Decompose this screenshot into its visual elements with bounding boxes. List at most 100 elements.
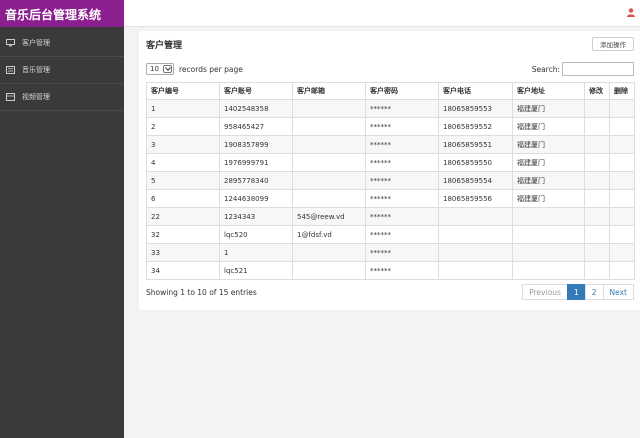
sidebar-item-label: 客户管理 <box>22 39 50 47</box>
table-cell: 545@reew.vd <box>292 207 366 226</box>
table-cell: ****** <box>365 207 439 226</box>
table-body: 1 1402548358 ****** 18065859553 福建厦门 2 9584654… <box>146 99 635 280</box>
pagination: Previous 1 2 Next <box>522 284 634 300</box>
table-cell <box>438 207 513 226</box>
table-cell: 福建厦门 <box>512 153 585 172</box>
add-button[interactable]: 添加操作 <box>592 37 634 51</box>
table-cell <box>438 225 513 244</box>
table-cell: 33 <box>146 243 220 262</box>
column-header[interactable]: 删除 <box>609 82 635 100</box>
table-cell: 2 <box>146 117 220 136</box>
table-cell[interactable] <box>609 243 635 262</box>
column-header[interactable]: 客户电话 <box>438 82 513 100</box>
table-cell[interactable] <box>584 189 610 208</box>
table-cell: 958465427 <box>219 117 293 136</box>
table-cell[interactable] <box>584 261 610 280</box>
table-cell: 1 <box>219 243 293 262</box>
table-cell[interactable] <box>584 225 610 244</box>
table-cell[interactable] <box>584 153 610 172</box>
table-header-row: 客户编号 客户账号 客户邮箱 客户密码 客户电话 客户地址 修改 删除 <box>146 82 635 100</box>
column-header[interactable]: 客户地址 <box>512 82 585 100</box>
table-cell[interactable] <box>584 117 610 136</box>
table-cell: ****** <box>365 99 439 118</box>
table-row: 22 1234343 545@reew.vd ****** <box>146 207 635 226</box>
list-icon <box>6 66 15 74</box>
customer-panel: 客户管理 添加操作 10 records per page Search: 客户… <box>139 31 640 310</box>
table-cell <box>438 261 513 280</box>
table-cell: 1234343 <box>219 207 293 226</box>
table-cell[interactable] <box>609 189 635 208</box>
column-header[interactable]: 客户编号 <box>146 82 220 100</box>
next-page-button[interactable]: Next <box>602 284 634 300</box>
table-cell[interactable] <box>609 117 635 136</box>
table-cell: ****** <box>365 243 439 262</box>
table-cell[interactable] <box>584 99 610 118</box>
table-cell: 18065859556 <box>438 189 513 208</box>
table-cell: 1908357899 <box>219 135 293 154</box>
page-title: 客户管理 <box>146 41 183 51</box>
user-icon[interactable] <box>627 8 635 17</box>
table-cell <box>292 117 366 136</box>
table-cell: 福建厦门 <box>512 135 585 154</box>
table-cell: 1244638099 <box>219 189 293 208</box>
column-header[interactable]: 修改 <box>584 82 610 100</box>
table-cell <box>512 243 585 262</box>
chevron-down-icon <box>163 65 172 73</box>
table-cell <box>292 261 366 280</box>
table-cell: ****** <box>365 225 439 244</box>
table-cell[interactable] <box>609 99 635 118</box>
sidebar-item-label: 音乐管理 <box>22 66 50 74</box>
page-length-value: 10 <box>150 65 159 73</box>
app-title: 音乐后台管理系统 <box>0 0 124 27</box>
table-cell[interactable] <box>609 207 635 226</box>
table-cell <box>512 207 585 226</box>
table-cell: lqc520 <box>219 225 293 244</box>
sidebar-item-customers[interactable]: 客户管理 <box>0 30 124 57</box>
page-length-select[interactable]: 10 <box>146 63 174 75</box>
table-cell: ****** <box>365 153 439 172</box>
table-cell: 2895778340 <box>219 171 293 190</box>
table-row: 4 1976999791 ****** 18065859550 福建厦门 <box>146 153 635 172</box>
table-cell[interactable] <box>609 171 635 190</box>
table-cell: 1 <box>146 99 220 118</box>
previous-page-button[interactable]: Previous <box>522 284 568 300</box>
table-row: 32 lqc520 1@fdsf.vd ****** <box>146 225 635 244</box>
table-cell <box>292 153 366 172</box>
table-cell[interactable] <box>609 135 635 154</box>
table-cell[interactable] <box>609 225 635 244</box>
table-cell: 1@fdsf.vd <box>292 225 366 244</box>
table-cell: 34 <box>146 261 220 280</box>
table-cell: 3 <box>146 135 220 154</box>
table-cell: 1402548358 <box>219 99 293 118</box>
table-cell[interactable] <box>609 261 635 280</box>
table-row: 3 1908357899 ****** 18065859551 福建厦门 <box>146 135 635 154</box>
page-1-button[interactable]: 1 <box>566 284 586 300</box>
search-label: Search: <box>531 64 560 74</box>
table-cell <box>438 243 513 262</box>
table-cell[interactable] <box>584 243 610 262</box>
customer-table: 客户编号 客户账号 客户邮箱 客户密码 客户电话 客户地址 修改 删除 1 140… <box>146 82 635 280</box>
search-input[interactable] <box>562 62 634 76</box>
table-cell <box>292 135 366 154</box>
sidebar-item-video[interactable]: 视频管理 <box>0 84 124 111</box>
table-cell: 福建厦门 <box>512 117 585 136</box>
table-cell[interactable] <box>609 153 635 172</box>
page-2-button[interactable]: 2 <box>584 284 604 300</box>
table-cell[interactable] <box>584 207 610 226</box>
table-cell: 福建厦门 <box>512 171 585 190</box>
table-cell[interactable] <box>584 171 610 190</box>
sidebar-item-music[interactable]: 音乐管理 <box>0 57 124 84</box>
column-header[interactable]: 客户密码 <box>365 82 439 100</box>
table-cell[interactable] <box>584 135 610 154</box>
table-cell: 6 <box>146 189 220 208</box>
table-cell <box>292 99 366 118</box>
column-header[interactable]: 客户邮箱 <box>292 82 366 100</box>
column-header[interactable]: 客户账号 <box>219 82 293 100</box>
table-row: 5 2895778340 ****** 18065859554 福建厦门 <box>146 171 635 190</box>
sidebar-item-label: 视频管理 <box>22 93 50 101</box>
table-cell: 4 <box>146 153 220 172</box>
table-cell: ****** <box>365 135 439 154</box>
table-cell <box>512 225 585 244</box>
table-cell: ****** <box>365 261 439 280</box>
table-cell: ****** <box>365 189 439 208</box>
